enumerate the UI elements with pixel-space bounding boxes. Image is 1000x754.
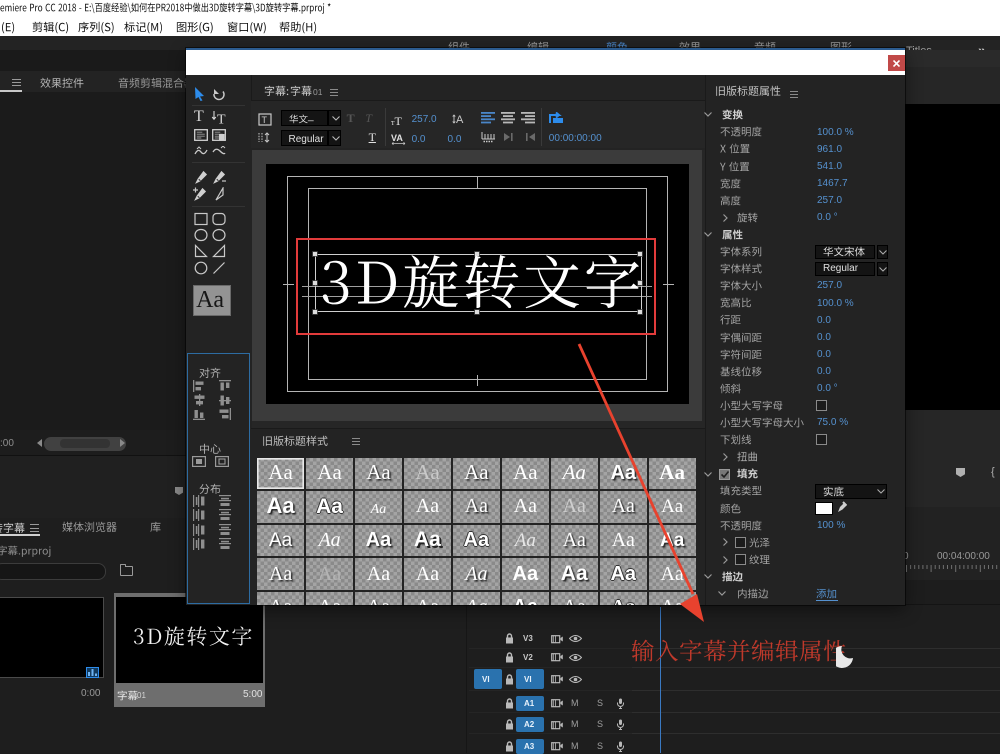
svg-text:T: T	[217, 112, 226, 125]
svg-text:VA: VA	[391, 133, 403, 143]
svg-text:A: A	[456, 114, 464, 126]
svg-text:T: T	[262, 115, 268, 125]
